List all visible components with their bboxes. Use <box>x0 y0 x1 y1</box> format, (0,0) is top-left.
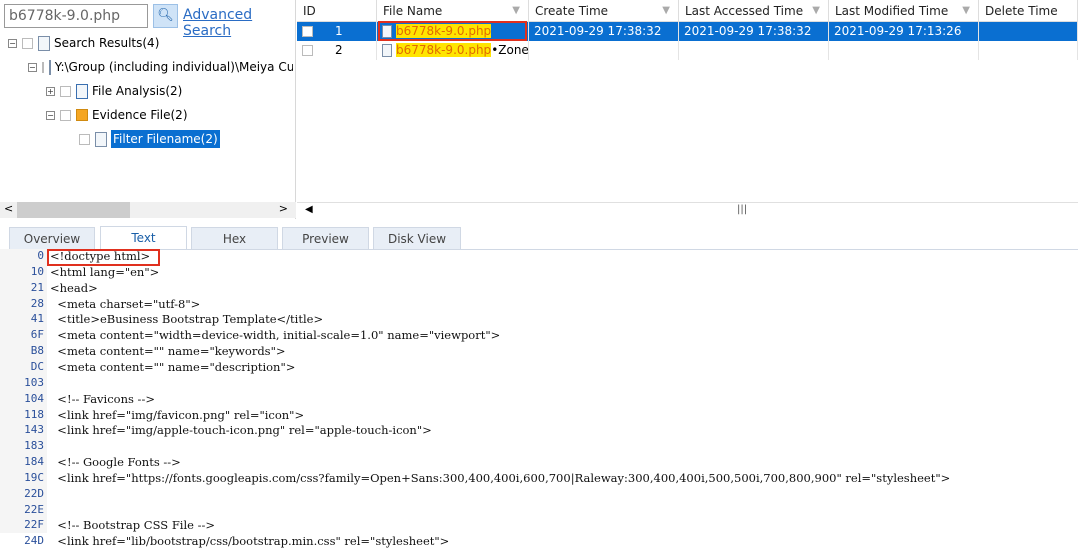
tree-label: Y:\Group (including individual)\Meiya Cu… <box>54 60 293 74</box>
line-offset: B8 <box>30 344 44 358</box>
tab-disk-view[interactable]: Disk View <box>373 227 461 250</box>
line-offset: 104 <box>24 391 44 405</box>
collapse-icon[interactable]: − <box>28 62 37 72</box>
row-checkbox[interactable] <box>302 45 313 56</box>
table-row[interactable]: 2 b6778k-9.0.php•Zone.... <box>297 41 1078 60</box>
line-offset: 184 <box>24 455 44 469</box>
tab-hex[interactable]: Hex <box>191 227 278 250</box>
line-offset: 41 <box>30 312 44 326</box>
collapse-icon[interactable]: − <box>8 38 17 48</box>
tree-label: Search Results(4) <box>54 36 160 50</box>
scroll-grip[interactable]: ||| <box>737 204 747 215</box>
code-line: <meta content="" name="keywords"> <box>50 344 286 359</box>
code-line: <head> <box>50 280 98 295</box>
checkbox[interactable] <box>60 85 71 97</box>
search-button[interactable]: 🔍︎ <box>153 4 178 28</box>
tree-node-group[interactable]: − Y:\Group (including individual)\Meiya C… <box>28 57 293 77</box>
tree-label: Evidence File(2) <box>92 108 188 122</box>
scroll-left-icon[interactable]: < <box>4 202 13 215</box>
scrollbar-thumb[interactable] <box>17 202 130 218</box>
line-offset: 118 <box>24 407 44 421</box>
code-line: <html lang="en"> <box>50 264 160 279</box>
code-line: <meta content="width=device-width, initi… <box>50 328 501 343</box>
code-line: <!-- Favicons --> <box>50 391 155 406</box>
highlight-box <box>378 21 527 41</box>
tree-label: Filter Filename(2) <box>111 130 220 148</box>
document-icon <box>38 35 50 51</box>
expand-icon[interactable]: + <box>46 86 55 96</box>
advanced-search-link[interactable]: Advanced Search <box>183 7 295 39</box>
line-offset: 143 <box>24 423 44 437</box>
search-icon: 🔍︎ <box>157 8 174 23</box>
highlight-box <box>47 249 160 266</box>
column-header-create-time[interactable]: Create Time ▼ <box>529 0 679 22</box>
code-line: <link href="https://fonts.googleapis.com… <box>50 470 951 485</box>
checkbox[interactable] <box>41 61 44 73</box>
scroll-right-icon[interactable]: > <box>279 202 288 215</box>
filter-icon[interactable]: ▼ <box>662 5 670 16</box>
checkbox[interactable] <box>79 133 90 145</box>
document-icon <box>95 131 107 147</box>
tree-node-file-analysis[interactable]: + File Analysis(2) <box>46 81 182 101</box>
analysis-icon <box>76 83 88 99</box>
results-grid: ID File Name ▼ Create Time ▼ Last Accessed… <box>297 0 1078 219</box>
filter-icon[interactable]: ▼ <box>812 5 820 16</box>
column-header-delete-time[interactable]: Delete Time <box>979 0 1078 22</box>
code-line: <link href="img/apple-touch-icon.png" re… <box>50 423 432 438</box>
filter-icon[interactable]: ▼ <box>512 5 520 16</box>
line-offset: 183 <box>24 439 44 453</box>
line-offset: 21 <box>30 280 44 294</box>
code-line: <meta content="" name="description"> <box>50 359 296 374</box>
text-viewer[interactable] <box>0 249 1078 533</box>
line-offset: 24D <box>24 534 44 548</box>
line-offset: 103 <box>24 375 44 389</box>
row-checkbox[interactable] <box>302 26 313 37</box>
line-offset: 28 <box>30 296 44 310</box>
column-header-id[interactable]: ID <box>297 0 377 22</box>
line-offset: DC <box>30 359 44 373</box>
search-input[interactable]: b6778k-9.0.php <box>4 4 148 28</box>
line-offset: 22E <box>24 502 44 516</box>
scroll-left-icon[interactable]: ◀ <box>305 204 313 215</box>
line-offset: 22F <box>24 518 44 532</box>
line-offset: 19C <box>24 470 44 484</box>
checkbox[interactable] <box>22 37 33 49</box>
filter-icon[interactable]: ▼ <box>962 5 970 16</box>
code-line: <title>eBusiness Bootstrap Template</tit… <box>50 312 324 327</box>
document-icon <box>48 59 51 75</box>
file-icon <box>382 44 392 57</box>
tab-overview[interactable]: Overview <box>9 227 95 250</box>
code-line: <!-- Bootstrap CSS File --> <box>50 518 216 533</box>
tree-node-filter-filename[interactable]: Filter Filename(2) <box>79 129 220 149</box>
column-header-last-modified[interactable]: Last Modified Time ▼ <box>829 0 979 22</box>
tree-node-evidence-file[interactable]: − Evidence File(2) <box>46 105 188 125</box>
line-offset: 10 <box>30 264 44 278</box>
tab-preview[interactable]: Preview <box>282 227 369 250</box>
column-header-file-name[interactable]: File Name ▼ <box>377 0 529 22</box>
line-offset: 0 <box>37 249 44 262</box>
code-line: <!-- Google Fonts --> <box>50 455 181 470</box>
code-line: <link href="img/favicon.png" rel="icon"> <box>50 407 305 422</box>
tree-label: File Analysis(2) <box>92 84 183 98</box>
collapse-icon[interactable]: − <box>46 110 55 120</box>
grid-horizontal-scrollbar[interactable]: ◀ ||| <box>297 202 1078 218</box>
code-line: <meta charset="utf-8"> <box>50 296 201 311</box>
column-header-last-accessed[interactable]: Last Accessed Time ▼ <box>679 0 829 22</box>
line-offset: 6F <box>30 328 44 342</box>
tree-panel: b6778k-9.0.php 🔍︎ Advanced Search − Searc… <box>0 0 296 219</box>
code-line: <link href="lib/bootstrap/css/bootstrap.… <box>50 534 450 548</box>
folder-icon <box>76 109 88 121</box>
checkbox[interactable] <box>60 109 71 121</box>
tree-node-search-results[interactable]: − Search Results(4) <box>8 33 159 53</box>
line-offset: 22D <box>24 486 44 500</box>
tab-text[interactable]: Text <box>100 226 187 250</box>
